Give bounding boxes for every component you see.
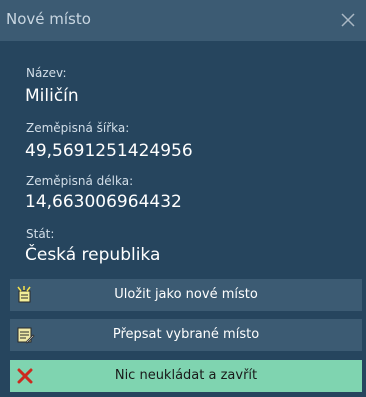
- country-value: Česká republika: [25, 245, 161, 265]
- overwrite-selected-button[interactable]: Přepsat vybrané místo: [10, 319, 362, 351]
- new-place-dialog: Nové místo Název: Miličín Zeměpisná šířk…: [0, 0, 366, 397]
- latitude-value: 49,5691251424956: [25, 141, 193, 161]
- country-label: Stát:: [26, 227, 55, 241]
- latitude-label: Zeměpisná šířka:: [26, 121, 130, 135]
- name-label: Název:: [26, 66, 67, 80]
- discard-and-close-label: Nic neukládat a zavřít: [114, 368, 258, 383]
- save-as-new-label: Uložit jako nové místo: [114, 287, 258, 302]
- overwrite-selected-label: Přepsat vybrané místo: [112, 327, 260, 342]
- longitude-label: Zeměpisná délka:: [26, 174, 134, 188]
- title-bar: Nové místo: [0, 0, 366, 41]
- name-value: Miličín: [25, 86, 79, 106]
- save-as-new-button[interactable]: Uložit jako nové místo: [10, 279, 362, 311]
- discard-and-close-button[interactable]: Nic neukládat a zavřít: [10, 360, 362, 392]
- longitude-value: 14,663006964432: [25, 192, 182, 212]
- close-icon: [341, 13, 355, 27]
- dialog-title: Nové místo: [6, 10, 91, 28]
- close-button[interactable]: [336, 8, 360, 32]
